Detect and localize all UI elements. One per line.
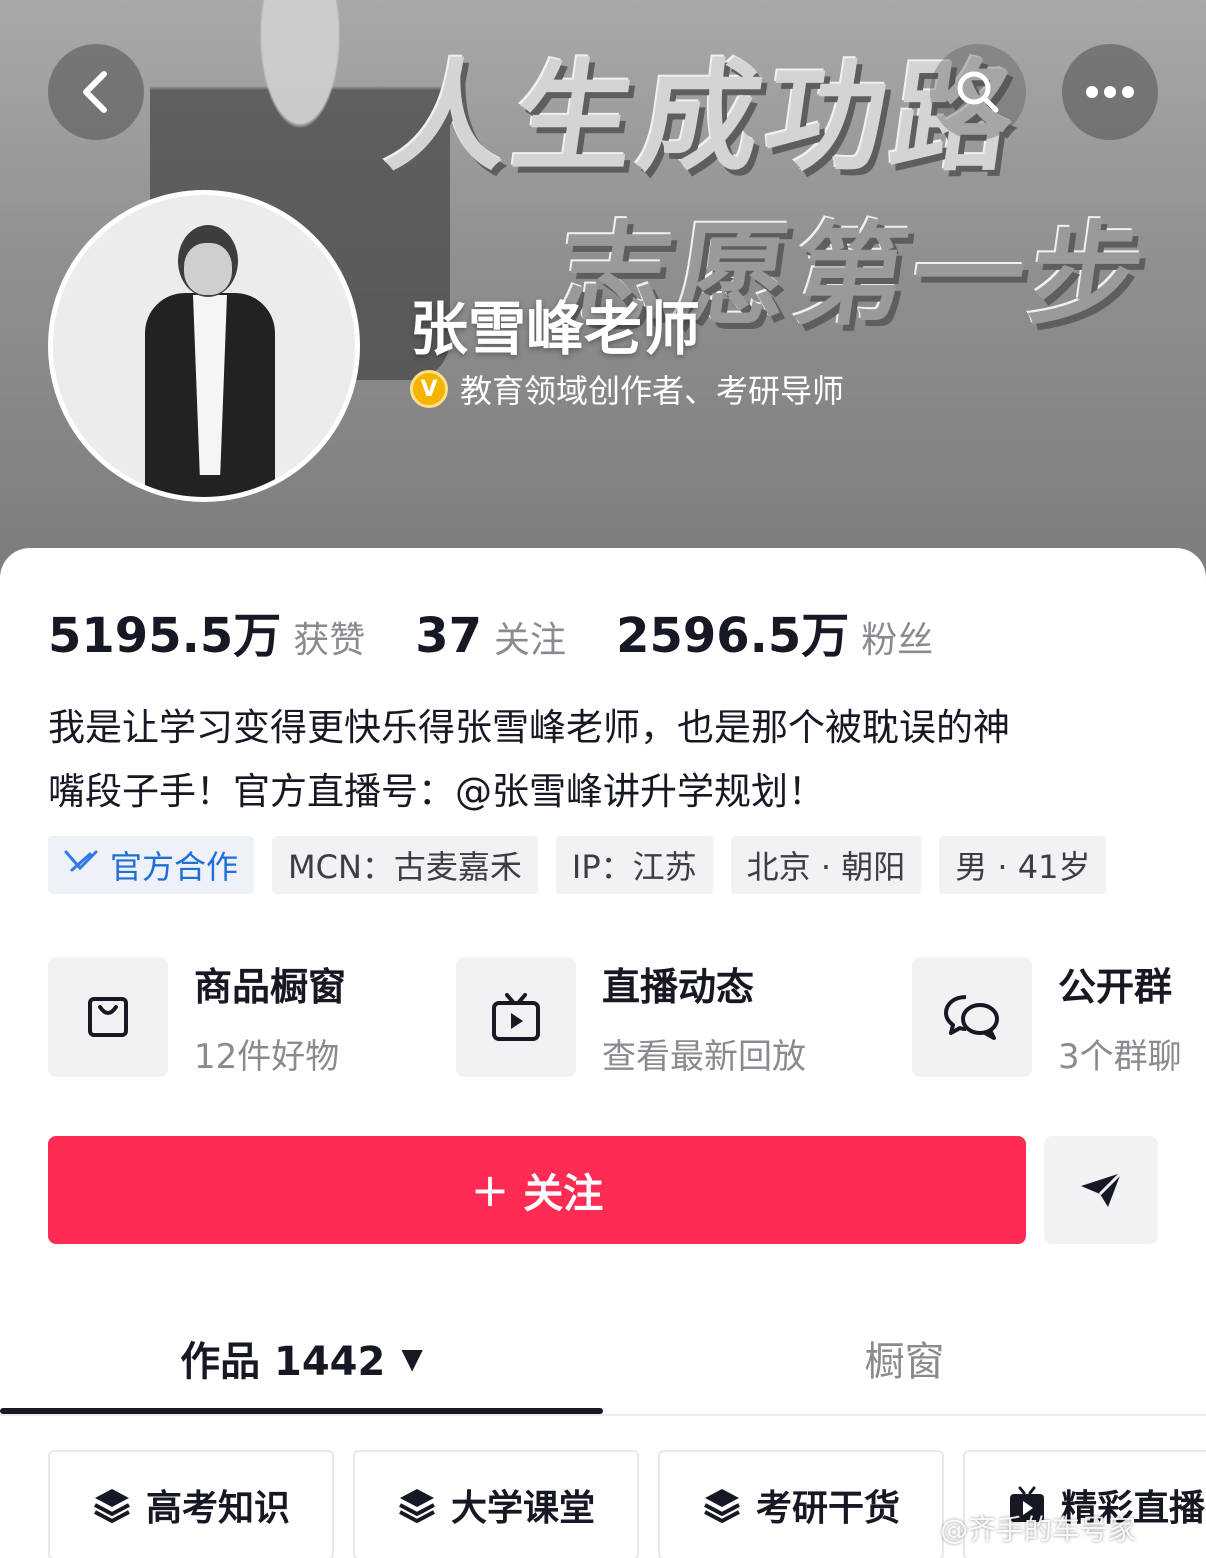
tab-works[interactable]: 作品 1442 ▼ (0, 1308, 603, 1408)
share-button[interactable] (1044, 1136, 1158, 1244)
shopping-bag-icon (48, 957, 168, 1077)
feature-group-sub: 3个群聊 (1058, 1037, 1182, 1077)
handshake-icon (64, 846, 98, 884)
content-tabs: 作品 1442 ▼ 橱窗 (0, 1308, 1206, 1416)
followers-label[interactable]: 粉丝 (861, 611, 933, 663)
active-tab-indicator (0, 1408, 603, 1414)
feature-shop-sub: 12件好物 (194, 1037, 340, 1077)
verified-badge-icon: V (410, 370, 448, 408)
bio-line-2[interactable]: 嘴段子手！官方直播号：@张雪峰讲升学规划！ (48, 760, 1158, 824)
profile-name: 张雪峰老师 (410, 295, 701, 363)
gender-age-tag: 男 · 41岁 (939, 836, 1107, 894)
feature-live-title: 直播动态 (602, 965, 755, 1009)
search-button[interactable] (930, 44, 1026, 140)
official-cooperation-label: 官方合作 (110, 848, 239, 886)
feature-live-updates[interactable]: 直播动态 查看最新回放 (456, 956, 806, 1078)
back-button[interactable] (48, 44, 144, 140)
collection-chip[interactable]: 考研干货 (658, 1450, 944, 1558)
feature-group-title: 公开群 (1058, 965, 1173, 1009)
ip-tag: IP：江苏 (555, 836, 713, 894)
feature-entries: 商品橱窗 12件好物 直播动态 查看最新回放 公开群 3个群聊 (48, 956, 1206, 1078)
avatar[interactable] (48, 190, 360, 502)
collection-chip[interactable]: 高考知识 (48, 1450, 334, 1558)
following-label[interactable]: 关注 (494, 611, 566, 663)
following-count[interactable]: 37 (415, 608, 482, 664)
tab-works-label: 作品 1442 (180, 1339, 386, 1385)
likes-label: 获赞 (293, 620, 366, 661)
tab-shop-window[interactable]: 橱窗 (603, 1308, 1206, 1408)
collection-label: 大学课堂 (450, 1488, 595, 1529)
profile-tags: 官方合作 MCN：古麦嘉禾 IP：江苏 北京 · 朝阳 男 · 41岁 (48, 836, 1107, 894)
location-tag: 北京 · 朝阳 (730, 836, 922, 894)
collection-chip[interactable]: 大学课堂 (353, 1450, 639, 1558)
more-dots-icon (1086, 86, 1134, 98)
feature-live-sub: 查看最新回放 (602, 1037, 806, 1077)
avatar-face (184, 243, 232, 295)
tab-shop-label: 橱窗 (864, 1339, 945, 1385)
profile-bio: 我是让学习变得更快乐得张雪峰老师，也是那个被耽误的神 嘴段子手！官方直播号：@张… (48, 696, 1158, 824)
tv-play-icon (456, 957, 576, 1077)
profile-stats: 5195.5万 获赞 37 关注 2596.5万 粉丝 (48, 596, 983, 666)
official-cooperation-tag[interactable]: 官方合作 (48, 836, 255, 894)
feature-shop-window[interactable]: 商品橱窗 12件好物 (48, 956, 346, 1078)
feature-public-group[interactable]: 公开群 3个群聊 (912, 956, 1182, 1078)
stack-layers-icon (704, 1489, 740, 1523)
profile-card: 5195.5万 获赞 37 关注 2596.5万 粉丝 我是让学习变得更快乐得张… (0, 548, 1206, 1558)
verification-text: 教育领域创作者、考研导师 (460, 372, 845, 410)
collection-label: 高考知识 (145, 1488, 290, 1529)
bio-line-1: 我是让学习变得更快乐得张雪峰老师，也是那个被耽误的神 (48, 706, 1010, 749)
watermark: @齐手的车号家 (940, 1513, 1137, 1546)
stack-layers-icon (94, 1489, 130, 1523)
profile-banner: 人生成功路 志愿第一步 张雪峰老师 V 教育领域创作者、考研导师 (0, 0, 1206, 600)
follow-button[interactable]: + 关注 (48, 1136, 1026, 1244)
stack-layers-icon (399, 1489, 435, 1523)
plus-icon: + (470, 1163, 510, 1217)
likes-count: 5195.5万 (48, 608, 282, 664)
search-icon (957, 71, 999, 113)
mcn-tag[interactable]: MCN：古麦嘉禾 (272, 836, 538, 894)
caret-down-icon: ▼ (401, 1341, 423, 1375)
followers-count[interactable]: 2596.5万 (616, 596, 849, 666)
chat-bubbles-icon (912, 957, 1032, 1077)
collection-label: 考研干货 (755, 1488, 900, 1529)
feature-shop-title: 商品橱窗 (194, 965, 347, 1009)
verification-row: V 教育领域创作者、考研导师 (410, 366, 844, 412)
send-arrow-icon (1081, 1171, 1123, 1207)
more-button[interactable] (1062, 44, 1158, 140)
follow-label: 关注 (523, 1171, 604, 1217)
chevron-left-icon (83, 71, 107, 113)
